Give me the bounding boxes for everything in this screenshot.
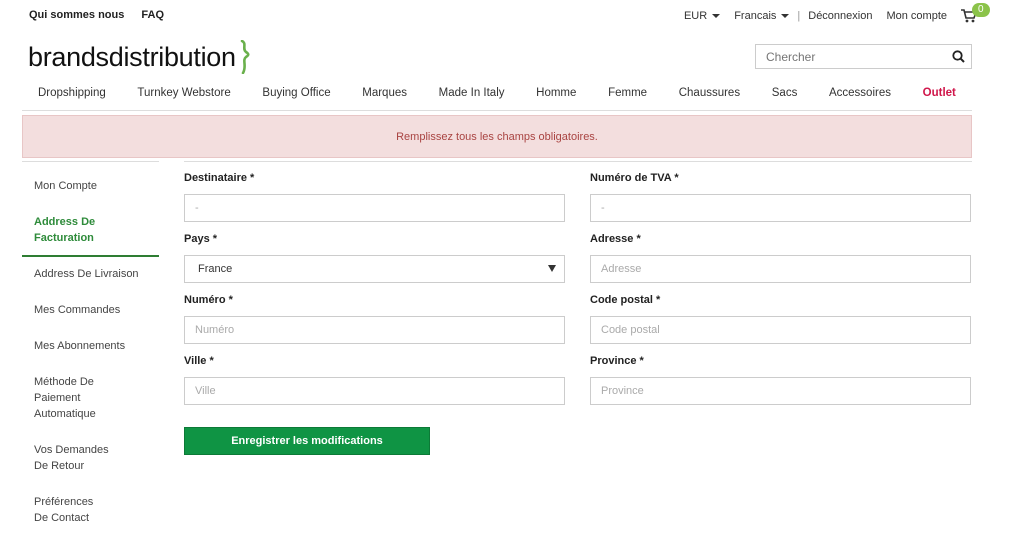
adresse-label: Adresse *	[590, 233, 641, 245]
pays-select[interactable]: France	[184, 255, 565, 283]
destinataire-input[interactable]: -	[184, 194, 565, 222]
numero-label: Numéro *	[184, 294, 233, 306]
sidebar-active-indicator	[22, 255, 159, 257]
sidebar-item-abonnements[interactable]: Mes Abonnements	[22, 338, 159, 354]
code-postal-label: Code postal *	[590, 294, 661, 306]
alert-message: Remplissez tous les champs obligatoires.	[396, 130, 598, 143]
nav-marques[interactable]: Marques	[362, 83, 407, 110]
cart-count-badge: 0	[972, 3, 990, 17]
brand-logo[interactable]: brandsdistribution	[28, 40, 251, 74]
code-postal-field: Code postal * Code postal	[590, 294, 971, 344]
pays-label: Pays *	[184, 233, 218, 245]
cart-button[interactable]: 0	[961, 3, 990, 23]
language-label: Francais	[734, 10, 777, 22]
language-dropdown[interactable]: Francais	[734, 10, 790, 22]
destinataire-label: Destinataire *	[184, 172, 255, 184]
sidebar-item-demandes-retour[interactable]: Vos Demandes De Retour	[22, 442, 137, 474]
search-button[interactable]	[945, 50, 971, 63]
faq-link[interactable]: FAQ	[141, 9, 164, 21]
nav-femme[interactable]: Femme	[608, 83, 647, 110]
ville-label: Ville *	[184, 355, 214, 367]
sidebar-item-mon-compte[interactable]: Mon Compte	[22, 178, 159, 194]
nav-outlet[interactable]: Outlet	[923, 83, 956, 110]
top-bar: Qui sommes nous FAQ EUR Francais | Décon…	[0, 0, 1011, 30]
search-icon	[951, 50, 965, 63]
currency-label: EUR	[683, 10, 708, 22]
sidebar-divider	[22, 161, 159, 162]
province-label: Province *	[590, 355, 644, 367]
search-box	[755, 44, 972, 69]
tva-label: Numéro de TVA *	[590, 172, 679, 184]
top-links: Qui sommes nous FAQ	[29, 9, 178, 21]
sidebar-item-paiement-automatique[interactable]: Méthode De Paiement Automatique	[22, 374, 122, 422]
search-input[interactable]	[756, 45, 945, 68]
sidebar-item-preferences-contact[interactable]: Préférences De Contact	[22, 494, 122, 526]
pays-field: Pays * France	[184, 233, 565, 283]
destinataire-field: Destinataire * -	[184, 172, 565, 222]
nav-made-in-italy[interactable]: Made In Italy	[439, 83, 505, 110]
ville-field: Ville * Ville	[184, 355, 565, 405]
main-nav: Dropshipping Turnkey Webstore Buying Off…	[22, 83, 972, 111]
adresse-input[interactable]: Adresse	[590, 255, 971, 283]
pays-value: France	[198, 263, 233, 275]
nav-buying-office[interactable]: Buying Office	[262, 83, 330, 110]
ville-input[interactable]: Ville	[184, 377, 565, 405]
code-postal-input[interactable]: Code postal	[590, 316, 971, 344]
province-input[interactable]: Province	[590, 377, 971, 405]
logo-brace-icon	[240, 40, 250, 74]
logout-link[interactable]: Déconnexion	[808, 10, 872, 22]
nav-turnkey-webstore[interactable]: Turnkey Webstore	[137, 83, 230, 110]
adresse-field: Adresse * Adresse	[590, 233, 971, 283]
dropdown-arrow-icon	[548, 265, 556, 272]
chevron-down-icon	[781, 14, 790, 18]
nav-accessoires[interactable]: Accessoires	[829, 83, 891, 110]
top-right-links: EUR Francais | Déconnexion Mon compte 0	[670, 3, 990, 23]
tva-field: Numéro de TVA * -	[590, 172, 971, 222]
numero-input[interactable]: Numéro	[184, 316, 565, 344]
sidebar-item-commandes[interactable]: Mes Commandes	[22, 302, 159, 318]
numero-field: Numéro * Numéro	[184, 294, 565, 344]
error-alert: Remplissez tous les champs obligatoires.	[22, 115, 972, 158]
save-button[interactable]: Enregistrer les modifications	[184, 427, 430, 455]
account-link[interactable]: Mon compte	[886, 10, 947, 22]
nav-dropshipping[interactable]: Dropshipping	[38, 83, 106, 110]
nav-chaussures[interactable]: Chaussures	[679, 83, 740, 110]
sidebar-item-address-livraison[interactable]: Address De Livraison	[22, 266, 159, 282]
about-link[interactable]: Qui sommes nous	[29, 9, 124, 21]
tva-input[interactable]: -	[590, 194, 971, 222]
logo-text: brandsdistribution	[28, 41, 236, 72]
nav-sacs[interactable]: Sacs	[772, 83, 798, 110]
separator: |	[797, 10, 801, 22]
sidebar-item-address-facturation[interactable]: Address De Facturation	[22, 214, 122, 246]
currency-dropdown[interactable]: EUR	[683, 10, 721, 22]
chevron-down-icon	[712, 14, 721, 18]
nav-homme[interactable]: Homme	[536, 83, 576, 110]
form-divider	[184, 161, 972, 162]
province-field: Province * Province	[590, 355, 971, 405]
